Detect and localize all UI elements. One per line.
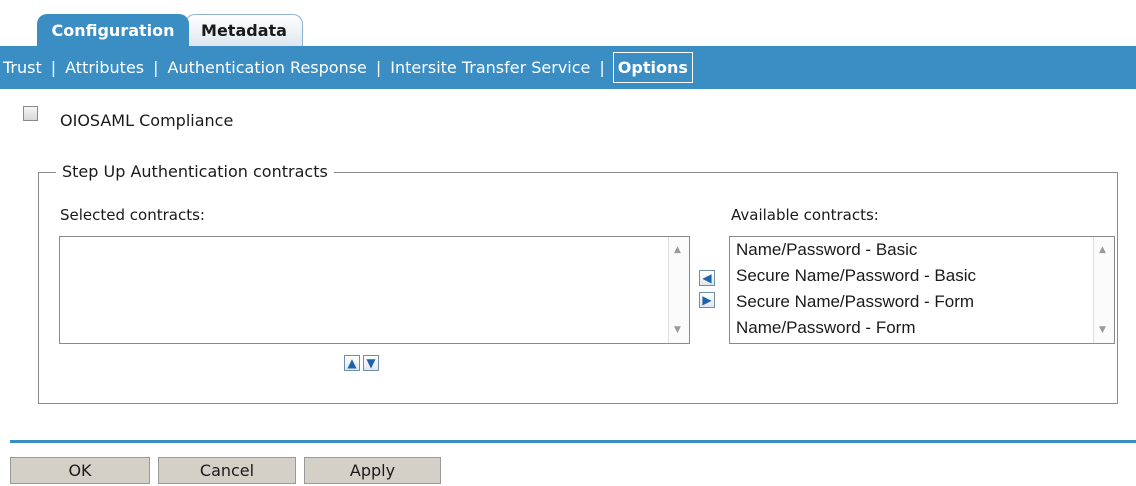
arrow-left-icon: ◀ [702, 271, 712, 285]
subnav-separator: | [375, 58, 382, 77]
apply-button[interactable]: Apply [304, 457, 441, 484]
sub-navigation: Trust | Attributes | Authentication Response… [0, 46, 1136, 89]
step-up-legend: Step Up Authentication contracts [56, 162, 334, 181]
scroll-up-icon[interactable]: ▲ [674, 245, 681, 255]
ok-button[interactable]: OK [10, 457, 150, 484]
subnav-separator: | [50, 58, 57, 77]
selected-contracts-list[interactable]: ▲ ▼ [59, 236, 690, 344]
move-up-button[interactable]: ▲ [344, 355, 360, 371]
oiosaml-compliance-checkbox[interactable] [23, 106, 38, 121]
selected-list-scrollbar[interactable]: ▲ ▼ [668, 237, 689, 343]
move-down-button[interactable]: ▼ [363, 355, 379, 371]
contract-option[interactable]: Secure Name/Password - Form [736, 289, 1114, 315]
subnav-separator: | [599, 58, 605, 77]
scroll-down-icon[interactable]: ▼ [674, 325, 681, 335]
add-contract-button[interactable]: ◀ [699, 270, 715, 286]
subnav-trust[interactable]: Trust [2, 46, 43, 89]
subnav-intersite-transfer-service[interactable]: Intersite Transfer Service [389, 46, 591, 89]
available-contracts-items: Name/Password - Basic Secure Name/Passwor… [730, 237, 1114, 341]
subnav-authentication-response[interactable]: Authentication Response [167, 46, 368, 89]
available-contracts-list[interactable]: Name/Password - Basic Secure Name/Passwor… [729, 236, 1115, 344]
subnav-separator: | [153, 58, 159, 77]
selected-contracts-label: Selected contracts: [60, 206, 205, 224]
subnav-options[interactable]: Options [612, 51, 693, 83]
subnav-attributes[interactable]: Attributes [64, 46, 145, 89]
scroll-down-icon[interactable]: ▼ [1099, 325, 1106, 335]
contract-option[interactable]: Secure Name/Password - Basic [736, 263, 1114, 289]
tab-metadata[interactable]: Metadata [185, 14, 303, 46]
tab-bar: Configuration Metadata [0, 0, 1136, 46]
footer-divider [10, 440, 1136, 443]
scroll-up-icon[interactable]: ▲ [1099, 245, 1106, 255]
contract-option[interactable]: Name/Password - Form [736, 315, 1114, 341]
remove-contract-button[interactable]: ▶ [699, 292, 715, 308]
cancel-button[interactable]: Cancel [158, 457, 296, 484]
arrow-right-icon: ▶ [702, 293, 712, 307]
available-contracts-label: Available contracts: [731, 206, 879, 224]
arrow-down-icon: ▼ [366, 356, 376, 370]
available-list-scrollbar[interactable]: ▲ ▼ [1093, 237, 1114, 343]
arrow-up-icon: ▲ [347, 356, 357, 370]
oiosaml-compliance-label: OIOSAML Compliance [60, 111, 234, 130]
contract-option[interactable]: Name/Password - Basic [736, 237, 1114, 263]
tab-configuration[interactable]: Configuration [37, 14, 189, 46]
